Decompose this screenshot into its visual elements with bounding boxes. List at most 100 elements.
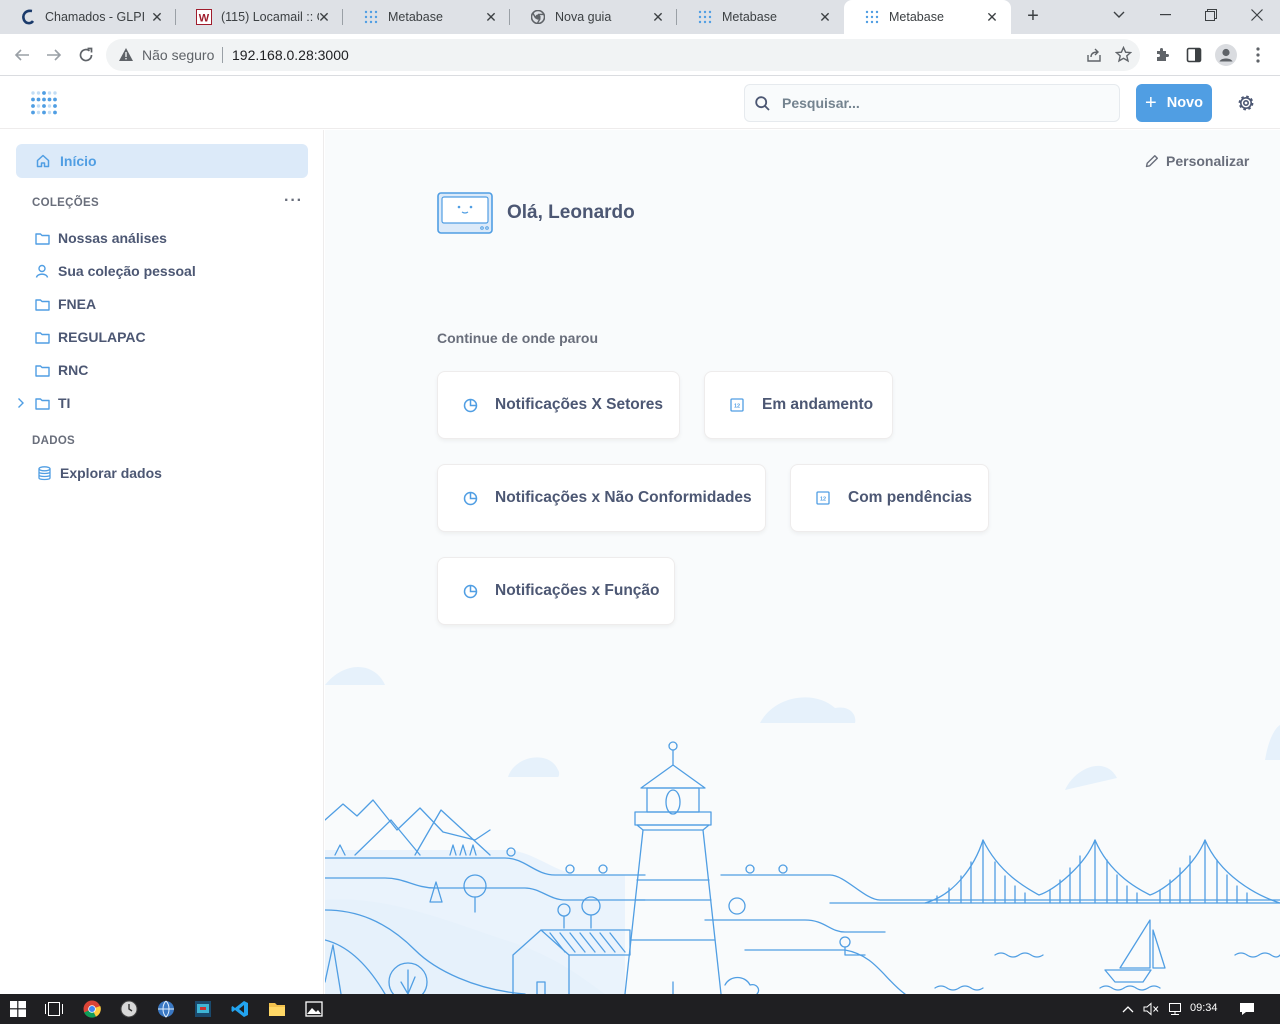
sidebar-item-label: Nossas análises (58, 230, 167, 246)
svg-text:W: W (199, 13, 210, 25)
sidebar-item-label: Explorar dados (60, 465, 162, 481)
browser-tab-metabase-2[interactable]: Metabase ✕ (677, 0, 844, 34)
forward-icon[interactable] (42, 43, 66, 67)
pie-chart-icon (462, 397, 478, 413)
database-icon (36, 465, 52, 481)
windows-taskbar: 09:34 (0, 994, 1280, 1024)
clock-app-icon[interactable] (119, 999, 139, 1019)
bookmark-star-icon[interactable] (1114, 45, 1133, 68)
file-explorer-icon[interactable] (267, 999, 287, 1019)
notifications-icon[interactable] (1237, 999, 1257, 1019)
terminal-app-icon[interactable] (193, 999, 213, 1019)
svg-text:12: 12 (734, 404, 740, 410)
recent-item-notificacoes-nao-conformidades[interactable]: Notificações x Não Conformidades (437, 464, 766, 532)
data-section-title: DADOS (32, 435, 76, 447)
security-label[interactable]: Não seguro (142, 47, 214, 63)
number-card-icon: 12 (815, 490, 831, 506)
home-icon (36, 154, 50, 168)
sidebar-item-colecao-pessoal[interactable]: Sua coleção pessoal (34, 260, 196, 282)
sidebar: Início COLEÇÕES ··· Nossas análises Sua … (0, 130, 324, 994)
browser-menu-icon[interactable] (1246, 43, 1270, 67)
locamail-icon: W (196, 9, 212, 25)
close-tab-icon[interactable]: ✕ (484, 10, 498, 24)
more-options-icon[interactable]: ··· (284, 192, 303, 210)
address-bar[interactable]: Não seguro 192.168.0.28:3000 (106, 39, 1140, 71)
photos-app-icon[interactable] (304, 999, 324, 1019)
network-icon[interactable] (1165, 999, 1185, 1019)
profile-avatar-icon[interactable] (1214, 43, 1238, 67)
sidebar-item-nossas-analises[interactable]: Nossas análises (34, 227, 167, 249)
number-card-icon: 12 (729, 397, 745, 413)
recent-item-label: Notificações x Não Conformidades (495, 489, 752, 506)
search-input[interactable]: Pesquisar... (744, 84, 1120, 122)
chevron-right-icon[interactable] (17, 396, 25, 414)
glpi-icon (20, 9, 36, 25)
sidebar-item-home[interactable]: Início (16, 144, 308, 178)
close-tab-icon[interactable]: ✕ (818, 10, 832, 24)
chrome-taskbar-icon[interactable] (82, 999, 102, 1019)
new-tab-button[interactable]: + (1022, 6, 1044, 28)
browser-tab-metabase-1[interactable]: Metabase ✕ (343, 0, 510, 34)
sidebar-item-explorar-dados[interactable]: Explorar dados (36, 462, 162, 484)
warning-icon[interactable] (118, 47, 134, 67)
close-tab-icon[interactable]: ✕ (651, 10, 665, 24)
sidebar-item-label: TI (58, 395, 71, 411)
greeting-heading: Olá, Leonardo (507, 202, 635, 223)
reload-icon[interactable] (74, 43, 98, 67)
pie-chart-icon (462, 490, 478, 506)
tab-label: Nova guia (555, 10, 612, 24)
network-app-icon[interactable] (156, 999, 176, 1019)
vscode-icon[interactable] (230, 999, 250, 1019)
sidebar-item-fnea[interactable]: FNEA (34, 293, 96, 315)
chevron-up-icon[interactable] (1118, 999, 1138, 1019)
new-button[interactable]: + Novo (1136, 84, 1212, 122)
task-view-icon[interactable] (44, 999, 64, 1019)
folder-icon (34, 296, 50, 312)
recent-item-em-andamento[interactable]: 12 Em andamento (704, 371, 893, 439)
collections-section-title: COLEÇÕES (32, 197, 99, 209)
recent-item-notificacoes-funcao[interactable]: Notificações x Função (437, 557, 675, 625)
windows-start-icon[interactable] (8, 999, 28, 1019)
share-icon[interactable] (1086, 47, 1102, 68)
metabase-icon (864, 9, 880, 25)
restore-window-icon[interactable] (1188, 0, 1234, 30)
recent-item-com-pendencias[interactable]: 12 Com pendências (790, 464, 989, 532)
customize-button[interactable]: Personalizar (1145, 153, 1249, 169)
speaker-muted-icon[interactable] (1141, 999, 1161, 1019)
browser-tab-metabase-active[interactable]: Metabase ✕ (844, 0, 1011, 34)
browser-toolbar: Não seguro 192.168.0.28:3000 (0, 34, 1280, 76)
metabase-logo-icon[interactable] (30, 90, 58, 121)
sidebar-item-ti[interactable]: TI (34, 392, 70, 414)
tab-label: Metabase (388, 10, 443, 24)
recent-item-notificacoes-setores[interactable]: Notificações X Setores (437, 371, 680, 439)
back-icon[interactable] (10, 43, 34, 67)
sidebar-item-label: FNEA (58, 296, 97, 312)
sidebar-item-label: Sua coleção pessoal (58, 263, 196, 279)
tab-label: Metabase (889, 10, 944, 24)
close-window-icon[interactable] (1234, 0, 1280, 30)
minimize-window-icon[interactable] (1142, 0, 1188, 30)
taskbar-clock[interactable]: 09:34 (1190, 1002, 1218, 1014)
sidebar-item-regulapac[interactable]: REGULAPAC (34, 326, 146, 348)
extensions-icon[interactable] (1150, 43, 1174, 67)
side-panel-icon[interactable] (1182, 43, 1206, 67)
sidebar-item-label: REGULAPAC (58, 329, 146, 345)
browser-tab-nova-guia[interactable]: Nova guia ✕ (510, 0, 677, 34)
browser-tab-glpi[interactable]: Chamados - GLPI ✕ (0, 0, 176, 34)
new-button-label: Novo (1166, 95, 1203, 111)
close-tab-icon[interactable]: ✕ (150, 10, 164, 24)
browser-tab-locamail[interactable]: W (115) Locamail :: Ca ✕ (176, 0, 343, 34)
tab-search-icon[interactable] (1096, 0, 1142, 30)
url-text[interactable]: 192.168.0.28:3000 (232, 47, 349, 63)
sidebar-item-rnc[interactable]: RNC (34, 359, 88, 381)
pencil-icon (1145, 154, 1159, 168)
metabot-icon (437, 192, 493, 239)
browser-tab-strip: Chamados - GLPI ✕ W (115) Locamail :: Ca… (0, 0, 1280, 34)
close-tab-icon[interactable]: ✕ (317, 10, 331, 24)
close-tab-icon[interactable]: ✕ (985, 10, 999, 24)
metabase-icon (363, 9, 379, 25)
settings-gear-icon[interactable] (1236, 93, 1256, 118)
folder-icon (34, 230, 50, 246)
customize-label: Personalizar (1166, 153, 1250, 169)
tab-label: Metabase (722, 10, 777, 24)
